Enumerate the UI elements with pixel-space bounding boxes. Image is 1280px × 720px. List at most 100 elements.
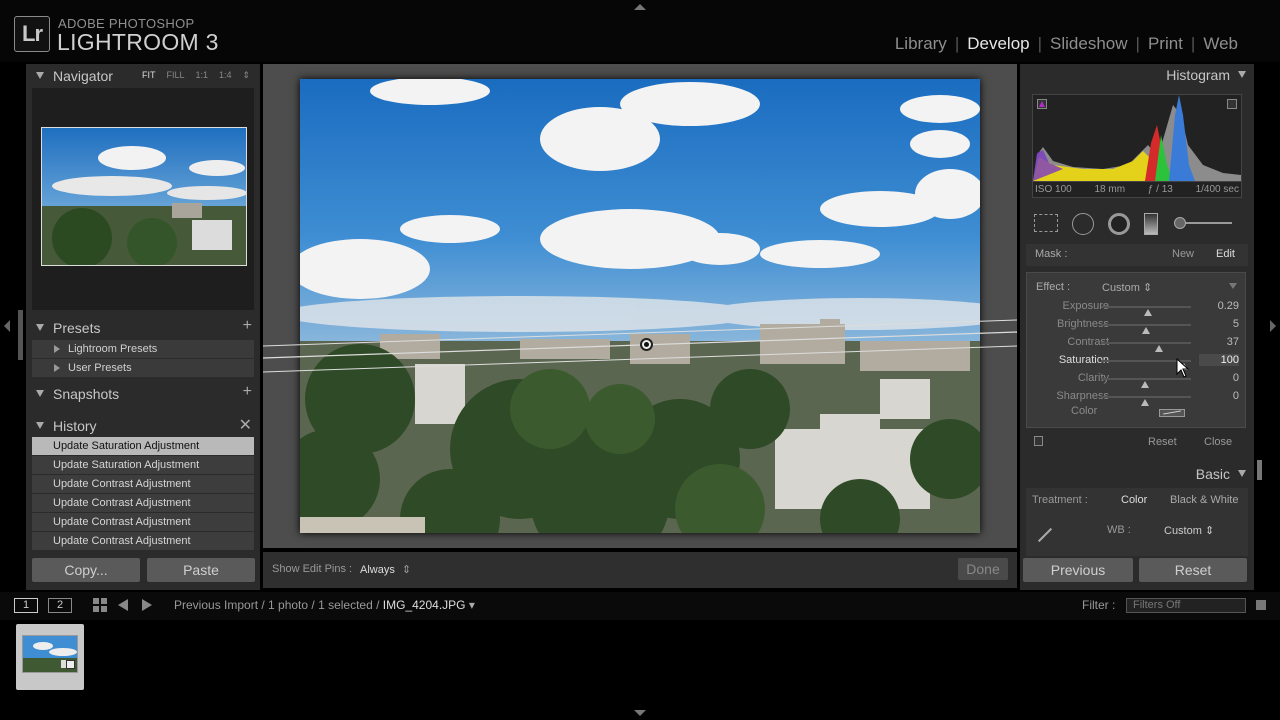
clear-history-icon[interactable]: ✕ — [239, 415, 252, 435]
effect-select[interactable]: Custom ⇕ — [1102, 281, 1152, 294]
right-scrollbar[interactable] — [1257, 460, 1262, 480]
history-item[interactable]: Update Contrast Adjustment — [32, 532, 254, 550]
zoom-1-1[interactable]: 1:1 — [196, 70, 209, 81]
highlight-clipping-icon[interactable] — [1227, 99, 1237, 109]
expand-triangle-icon — [54, 364, 60, 372]
adjustment-slider[interactable] — [1101, 324, 1191, 334]
collapse-right-arrow[interactable] — [1270, 320, 1276, 332]
history-item[interactable]: Update Saturation Adjustment — [32, 456, 254, 474]
basic-header[interactable]: Basic — [1020, 463, 1254, 485]
paste-button[interactable]: Paste — [147, 558, 255, 582]
add-preset-icon[interactable]: + — [243, 317, 252, 335]
left-scrollbar[interactable] — [18, 310, 23, 360]
preset-folder[interactable]: Lightroom Presets — [32, 340, 254, 358]
white-balance-picker-icon[interactable] — [1037, 527, 1053, 543]
wb-select[interactable]: Custom ⇕ — [1164, 524, 1214, 537]
filmstrip-source-breadcrumb[interactable]: Previous Import / 1 photo / 1 selected /… — [174, 598, 475, 612]
color-swatch[interactable] — [1159, 409, 1185, 417]
adjustment-slider[interactable] — [1101, 396, 1191, 406]
histogram-header[interactable]: Histogram — [1020, 64, 1254, 86]
slider-thumb[interactable] — [1154, 345, 1163, 352]
collapse-left-arrow[interactable] — [4, 320, 10, 332]
slider-thumb[interactable] — [1143, 309, 1152, 316]
adjustment-slider[interactable] — [1101, 342, 1191, 352]
treatment-bw-option[interactable]: Black & White — [1170, 494, 1238, 506]
main-photo[interactable] — [300, 79, 980, 533]
slider-thumb[interactable] — [1142, 327, 1150, 334]
navigator-header[interactable]: Navigator FIT FILL 1:1 1:4 ⇕ — [26, 64, 260, 88]
history-item[interactable]: Update Contrast Adjustment — [32, 475, 254, 493]
show-edit-pins-select[interactable]: Always ⇕ — [360, 563, 411, 576]
history-item[interactable]: Update Contrast Adjustment — [32, 513, 254, 531]
adjustment-slider[interactable] — [1101, 378, 1191, 388]
zoom-stepper-icon[interactable]: ⇕ — [243, 70, 251, 81]
adjustment-row[interactable]: Exposure 0.29 — [1035, 299, 1239, 317]
adjustment-value[interactable]: 100 — [1199, 354, 1239, 366]
history-item[interactable]: Update Contrast Adjustment — [32, 494, 254, 512]
preset-folder[interactable]: User Presets — [32, 359, 254, 377]
treatment-color-option[interactable]: Color — [1121, 494, 1147, 506]
history-title: History — [53, 418, 97, 434]
graduated-filter-icon[interactable] — [1144, 213, 1158, 235]
red-eye-icon[interactable] — [1108, 213, 1130, 235]
spot-removal-icon[interactable] — [1072, 213, 1094, 235]
stepper-icon: ⇕ — [401, 564, 412, 576]
mask-edit-button[interactable]: Edit — [1216, 248, 1235, 260]
module-slideshow[interactable]: Slideshow — [1042, 34, 1136, 54]
local-reset-button[interactable]: Reset — [1148, 436, 1177, 448]
collapse-bottom-arrow[interactable] — [634, 710, 646, 716]
module-web[interactable]: Web — [1195, 34, 1246, 54]
zoom-fit[interactable]: FIT — [142, 70, 156, 81]
adjustment-value[interactable]: 37 — [1199, 336, 1239, 348]
adjustment-value[interactable]: 0 — [1199, 390, 1239, 402]
adjustment-value[interactable]: 5 — [1199, 318, 1239, 330]
presets-title: Presets — [53, 320, 101, 336]
shadow-clipping-icon[interactable] — [1037, 99, 1047, 109]
snapshots-header[interactable]: Snapshots + — [26, 382, 260, 406]
history-header[interactable]: History ✕ — [26, 414, 260, 438]
filter-lock-icon[interactable] — [1256, 600, 1266, 610]
module-print[interactable]: Print — [1140, 34, 1191, 54]
adjustment-value[interactable]: 0 — [1199, 372, 1239, 384]
zoom-fill[interactable]: FILL — [167, 70, 185, 81]
crop-tool-icon[interactable] — [1034, 214, 1058, 232]
adjustment-brush-icon[interactable] — [1174, 217, 1232, 229]
add-snapshot-icon[interactable]: + — [243, 383, 252, 401]
copy-button[interactable]: Copy... — [32, 558, 140, 582]
adjustment-row[interactable]: Saturation 100 — [1035, 353, 1239, 371]
back-arrow-icon[interactable] — [118, 599, 128, 611]
toggle-icon[interactable] — [1034, 436, 1043, 446]
navigator-thumbnail[interactable] — [41, 127, 247, 266]
adjustment-row[interactable]: Sharpness 0 — [1035, 389, 1239, 407]
main-screen-button[interactable]: 1 — [14, 598, 38, 613]
forward-arrow-icon[interactable] — [142, 599, 152, 611]
slider-thumb[interactable] — [1141, 381, 1150, 388]
adjustment-slider[interactable] — [1101, 306, 1191, 316]
grid-view-icon[interactable] — [93, 598, 107, 612]
edit-pin-icon[interactable] — [640, 338, 653, 351]
adjustment-row[interactable]: Clarity 0 — [1035, 371, 1239, 389]
adjustment-row[interactable]: Brightness 5 — [1035, 317, 1239, 335]
filter-select[interactable]: Filters Off — [1126, 598, 1246, 613]
previous-button[interactable]: Previous — [1023, 558, 1133, 582]
edited-badge-icon — [66, 660, 75, 669]
module-develop[interactable]: Develop — [959, 34, 1037, 54]
presets-header[interactable]: Presets + — [26, 316, 260, 340]
reset-button[interactable]: Reset — [1139, 558, 1247, 582]
mask-new-button[interactable]: New — [1172, 248, 1194, 260]
module-library[interactable]: Library — [887, 34, 955, 54]
effect-collapse-icon[interactable] — [1229, 283, 1237, 289]
local-close-button[interactable]: Close — [1204, 436, 1232, 448]
filename: IMG_4204.JPG — [382, 598, 466, 612]
adjustment-value[interactable]: 0.29 — [1199, 300, 1239, 312]
histogram[interactable] — [1032, 94, 1242, 182]
collapse-top-arrow[interactable] — [634, 4, 646, 10]
secondary-screen-button[interactable]: 2 — [48, 598, 72, 613]
right-panel: Histogram ISO 100 18 mm ƒ / 13 1/400 sec… — [1020, 64, 1254, 590]
histogram-title: Histogram — [1166, 67, 1230, 83]
adjustment-row[interactable]: Contrast 37 — [1035, 335, 1239, 353]
zoom-1-4[interactable]: 1:4 — [219, 70, 232, 81]
history-item[interactable]: Update Saturation Adjustment — [32, 437, 254, 455]
done-button[interactable]: Done — [958, 558, 1008, 580]
slider-thumb[interactable] — [1141, 399, 1150, 406]
